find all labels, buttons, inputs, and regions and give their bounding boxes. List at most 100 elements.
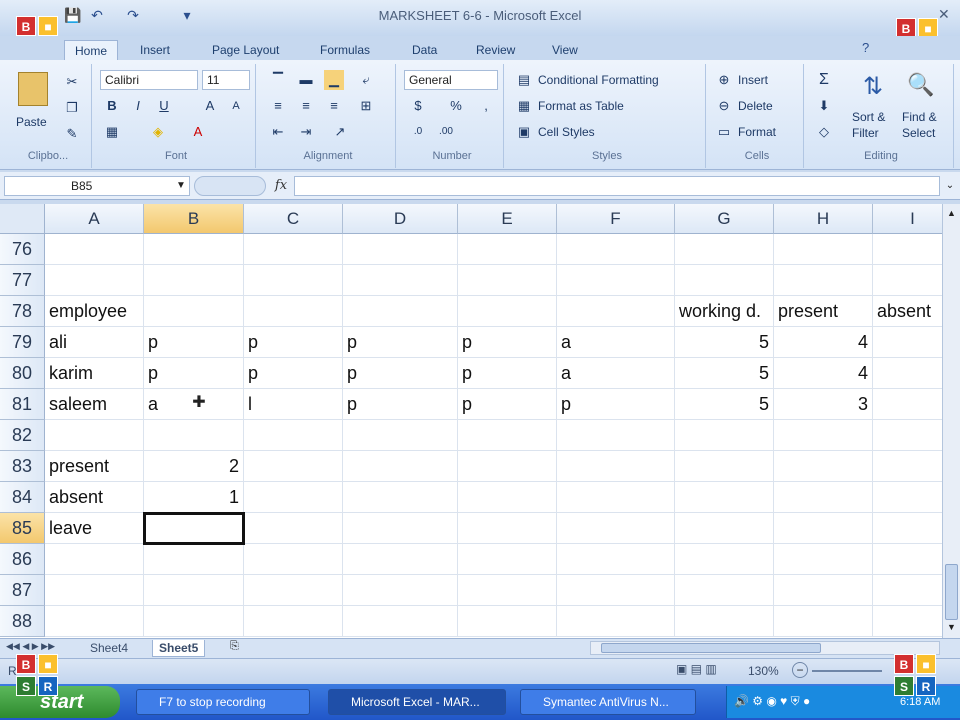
cell-d80[interactable]: p [343,358,458,389]
cell-g83[interactable] [675,451,774,482]
cell-h88[interactable] [774,606,873,637]
cell-g77[interactable] [675,265,774,296]
cell-i87[interactable] [873,575,942,606]
cell-h82[interactable] [774,420,873,451]
tab-home[interactable]: Home [64,40,119,60]
sort-filter-button-line2[interactable]: Filter [852,126,879,140]
cell-f82[interactable] [557,420,675,451]
formula-input[interactable] [294,176,940,196]
cell-i85[interactable] [873,513,942,544]
cell-a86[interactable] [45,544,144,575]
name-box[interactable]: B85 [4,176,190,196]
cell-e88[interactable] [458,606,557,637]
cell-c87[interactable] [244,575,343,606]
cell-b77[interactable] [144,265,244,296]
horizontal-scroll-thumb[interactable] [601,643,821,653]
cell-f76[interactable] [557,234,675,265]
autosum-button[interactable]: Σ [814,70,834,90]
cell-g88[interactable] [675,606,774,637]
cell-a88[interactable] [45,606,144,637]
cell-c79[interactable]: p [244,327,343,358]
align-middle-icon[interactable]: ▬ [296,70,316,90]
sort-filter-button[interactable]: Sort & [852,110,885,124]
column-header-g[interactable]: G [675,204,774,234]
column-header-h[interactable]: H [774,204,873,234]
cell-c88[interactable] [244,606,343,637]
cell-e82[interactable] [458,420,557,451]
column-header-f[interactable]: F [557,204,675,234]
copy-icon[interactable]: ❐ [62,98,82,118]
column-header-b[interactable]: B [144,204,244,234]
tab-review[interactable]: Review [476,40,515,60]
decrease-decimal-icon[interactable]: .00 [436,122,456,142]
bold-button[interactable]: B [102,96,122,116]
vertical-scrollbar[interactable]: ▲ ▼ [942,204,960,638]
cell-d86[interactable] [343,544,458,575]
row-header-77[interactable]: 77 [0,265,45,296]
cell-h83[interactable] [774,451,873,482]
currency-button[interactable]: $ [408,96,428,116]
font-name-select[interactable]: Calibri [100,70,198,90]
cell-d82[interactable] [343,420,458,451]
format-painter-icon[interactable]: ✎ [62,124,82,144]
cell-c86[interactable] [244,544,343,575]
cell-d78[interactable] [343,296,458,327]
cell-f79[interactable]: a [557,327,675,358]
column-header-c[interactable]: C [244,204,343,234]
cell-e78[interactable] [458,296,557,327]
cell-c78[interactable] [244,296,343,327]
underline-button[interactable]: U [154,96,174,116]
help-icon[interactable]: ? [862,40,878,56]
cell-e76[interactable] [458,234,557,265]
align-left-icon[interactable]: ≡ [268,96,288,116]
cell-b86[interactable] [144,544,244,575]
cell-d77[interactable] [343,265,458,296]
delete-button[interactable]: Delete [738,96,773,116]
cell-g87[interactable] [675,575,774,606]
cell-e81[interactable]: p [458,389,557,420]
cell-i78[interactable]: absent [873,296,942,327]
cell-c80[interactable]: p [244,358,343,389]
tab-view[interactable]: View [552,40,578,60]
cell-h80[interactable]: 4 [774,358,873,389]
row-header-87[interactable]: 87 [0,575,45,606]
cell-h77[interactable] [774,265,873,296]
expand-formula-bar-icon[interactable]: ⌄ [942,176,958,196]
clear-icon[interactable]: ◇ [814,122,834,142]
cell-i84[interactable] [873,482,942,513]
tab-page-layout[interactable]: Page Layout [212,40,279,60]
cell-e86[interactable] [458,544,557,575]
horizontal-scrollbar[interactable] [590,641,940,655]
cell-g84[interactable] [675,482,774,513]
cell-c81[interactable]: l [244,389,343,420]
select-all-corner[interactable] [0,204,45,234]
column-header-d[interactable]: D [343,204,458,234]
cell-a76[interactable] [45,234,144,265]
find-select-button[interactable]: Find & [902,110,937,124]
cell-a82[interactable] [45,420,144,451]
cell-e77[interactable] [458,265,557,296]
zoom-slider[interactable] [812,670,882,672]
cell-b84[interactable]: 1 [144,482,244,513]
cell-g81[interactable]: 5 [675,389,774,420]
cell-d85[interactable] [343,513,458,544]
cell-b88[interactable] [144,606,244,637]
cell-f86[interactable] [557,544,675,575]
italic-button[interactable]: I [128,96,148,116]
cell-g82[interactable] [675,420,774,451]
row-header-79[interactable]: 79 [0,327,45,358]
cell-d88[interactable] [343,606,458,637]
insert-sheet-icon[interactable]: ⎘ [230,640,252,656]
row-header-85[interactable]: 85 [0,513,45,544]
wrap-text-icon[interactable]: ⤶ [356,70,376,90]
cell-b83[interactable]: 2 [144,451,244,482]
cell-styles-button[interactable]: Cell Styles [538,122,595,142]
cell-c77[interactable] [244,265,343,296]
paste-icon[interactable] [18,72,48,106]
decrease-indent-icon[interactable]: ⇤ [268,122,288,142]
cell-d83[interactable] [343,451,458,482]
cell-d79[interactable]: p [343,327,458,358]
zoom-level[interactable]: 130% [748,664,779,678]
merge-center-icon[interactable]: ⊞ [356,96,376,116]
cell-h84[interactable] [774,482,873,513]
